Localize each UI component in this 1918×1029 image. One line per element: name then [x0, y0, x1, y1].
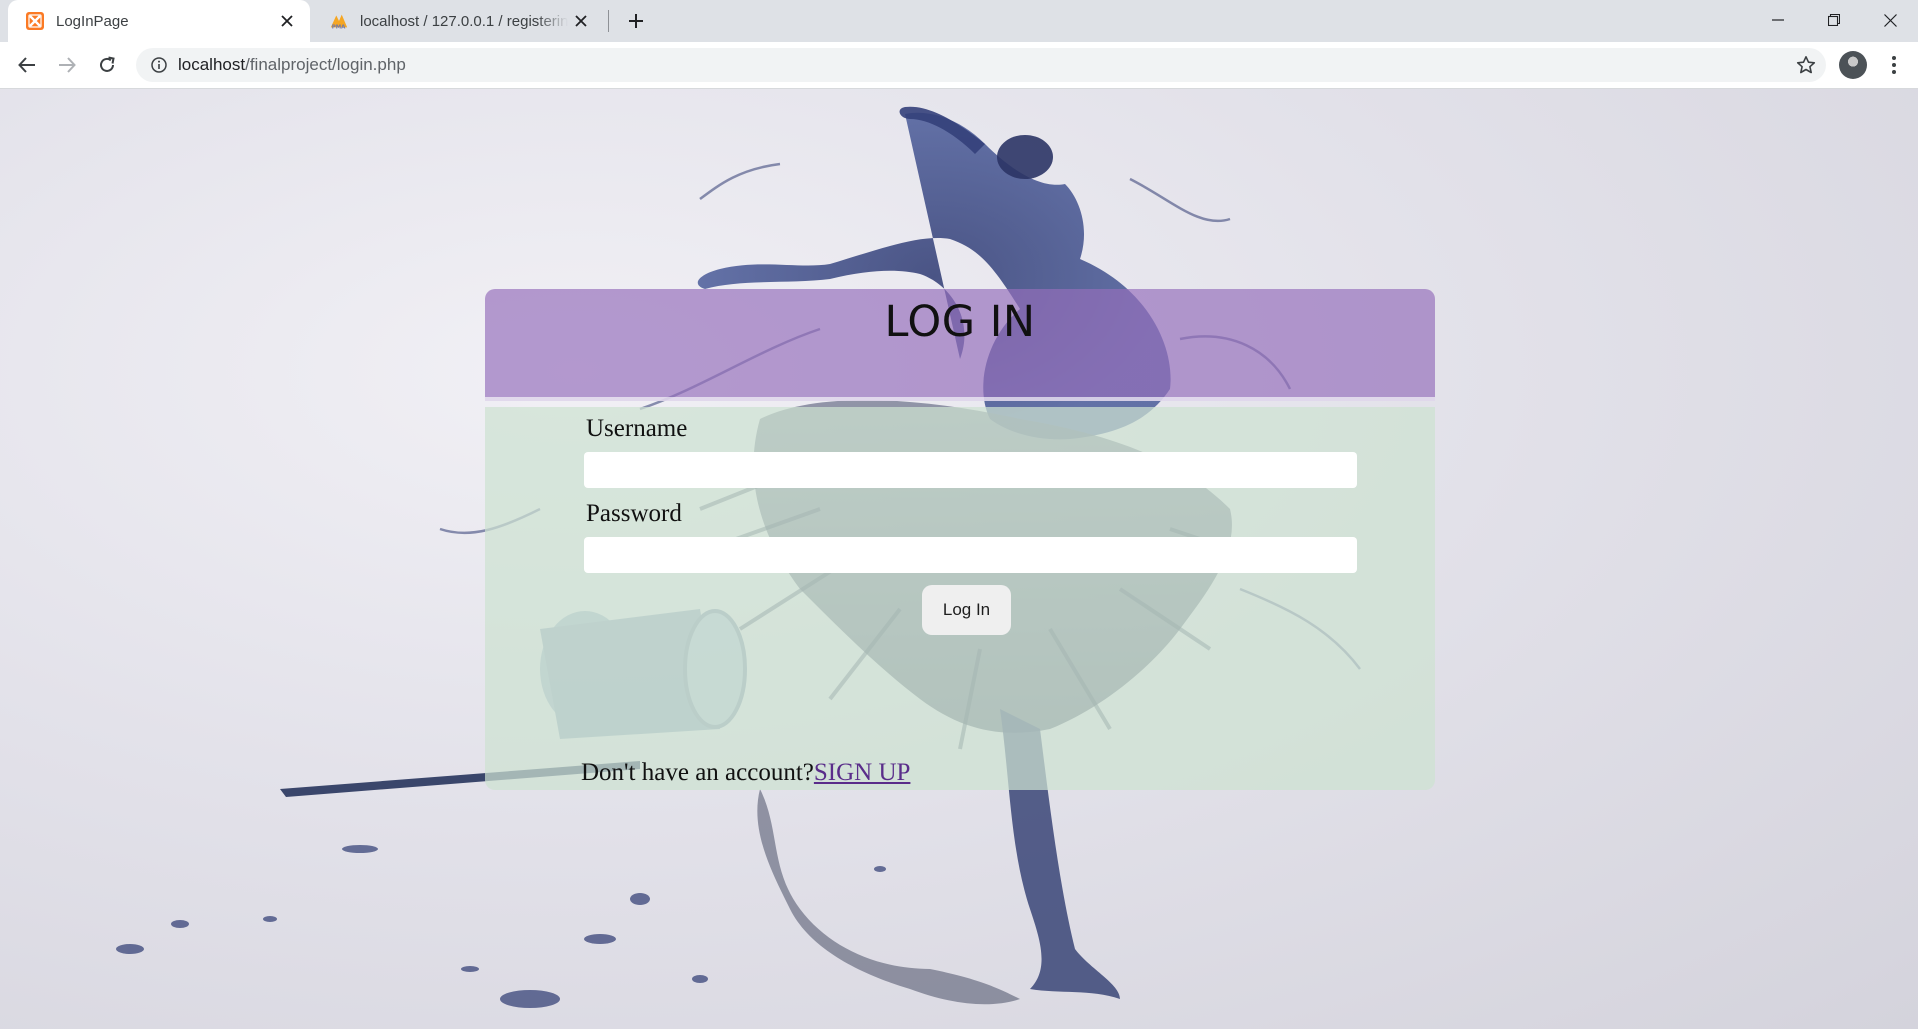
address-bar[interactable]: localhost/finalproject/login.php: [136, 48, 1826, 82]
signup-line: Don't have an account?SIGN UP: [581, 759, 910, 787]
tab-loginpage[interactable]: LogInPage: [8, 0, 310, 42]
kebab-menu-icon[interactable]: [1880, 49, 1908, 81]
login-form: Username Password Log In: [485, 407, 1435, 790]
close-icon[interactable]: [568, 8, 594, 34]
password-input[interactable]: [584, 537, 1357, 573]
reload-icon[interactable]: [91, 49, 123, 81]
password-label: Password: [586, 500, 682, 527]
plus-icon[interactable]: [620, 7, 652, 35]
svg-text:PMA: PMA: [332, 24, 346, 30]
close-icon[interactable]: [1862, 0, 1918, 40]
close-icon[interactable]: [274, 8, 300, 34]
page-viewport: LOG IN Username Password Log In Don't ha…: [0, 89, 1918, 1029]
login-header: LOG IN: [485, 289, 1435, 401]
tab-title: LogInPage: [56, 12, 129, 30]
forward-arrow-icon[interactable]: [51, 49, 83, 81]
page-title: LOG IN: [884, 297, 1036, 347]
login-button[interactable]: Log In: [922, 585, 1011, 635]
signup-prompt: Don't have an account?: [581, 759, 814, 786]
tab-separator: [608, 10, 609, 32]
info-icon[interactable]: [150, 56, 168, 74]
tab-phpmyadmin[interactable]: PMA localhost / 127.0.0.1 / registerinfo: [312, 0, 604, 42]
url-text: localhost/finalproject/login.php: [178, 55, 406, 75]
xampp-icon: [25, 11, 45, 31]
restore-icon[interactable]: [1806, 0, 1862, 40]
phpmyadmin-icon: PMA: [329, 11, 349, 31]
signup-link[interactable]: SIGN UP: [814, 759, 911, 786]
back-arrow-icon[interactable]: [11, 49, 43, 81]
browser-toolbar: localhost/finalproject/login.php: [0, 42, 1918, 89]
avatar[interactable]: [1839, 51, 1867, 79]
star-icon[interactable]: [1794, 53, 1818, 77]
minimize-icon[interactable]: [1750, 0, 1806, 40]
url-host: localhost: [178, 55, 246, 74]
tab-strip: LogInPage PMA localhost / 127.0.0.1 / re…: [0, 0, 1918, 42]
tab-title: localhost / 127.0.0.1 / registerinfo: [360, 12, 568, 30]
username-input[interactable]: [584, 452, 1357, 488]
username-label: Username: [586, 415, 688, 442]
url-path: /finalproject/login.php: [245, 55, 406, 74]
